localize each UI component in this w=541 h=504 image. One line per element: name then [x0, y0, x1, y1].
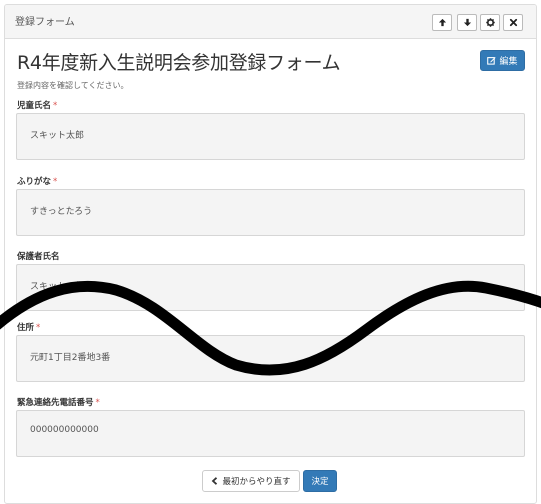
required-mark: * [53, 177, 58, 187]
form-panel: 登録フォーム R4年度新入生説明会参加登録フォーム 編集 登録内容を確認してくだ… [4, 4, 537, 504]
field-value: すきっとたろう [30, 207, 93, 217]
arrow-up-icon [438, 18, 446, 27]
field-label-address: 住所 * [17, 321, 40, 333]
field-child-name: スキット太郎 [16, 113, 525, 160]
field-label-text: 緊急連絡先電話番号 [17, 398, 94, 408]
chevron-left-icon [212, 477, 218, 485]
field-emergency-phone: 000000000000 [16, 410, 525, 457]
field-label-text: 児童氏名 [17, 101, 52, 111]
field-label-text: ふりがな [17, 177, 52, 187]
field-label-furigana: ふりがな * [17, 175, 57, 187]
required-mark: * [95, 398, 100, 408]
restart-button-label: 最初からやり直す [222, 477, 291, 487]
panel-title: 登録フォーム [15, 17, 75, 28]
submit-button[interactable]: 決定 [303, 470, 337, 492]
move-down-button[interactable] [457, 14, 477, 31]
field-label-text: 住所 [17, 323, 35, 333]
field-guardian-name: スキット一郎 [16, 264, 525, 311]
field-value: スキット一郎 [30, 282, 85, 292]
field-label-emergency-phone: 緊急連絡先電話番号 * [17, 396, 100, 408]
form-title: R4年度新入生説明会参加登録フォーム [17, 52, 341, 74]
field-label-text: 保護者氏名 [17, 252, 60, 262]
form-description: 登録内容を確認してください。 [17, 81, 129, 90]
required-mark: * [53, 101, 58, 111]
field-value: 元町1丁目2番地3番 [30, 353, 111, 363]
settings-button[interactable] [480, 14, 500, 31]
panel-header: 登録フォーム [5, 5, 536, 39]
field-label-guardian-name: 保護者氏名 [17, 250, 60, 262]
restart-button[interactable]: 最初からやり直す [202, 470, 300, 492]
edit-button[interactable]: 編集 [480, 50, 525, 71]
submit-button-label: 決定 [311, 477, 329, 487]
required-mark: * [36, 323, 41, 333]
edit-button-label: 編集 [499, 57, 518, 67]
edit-icon [487, 57, 497, 65]
arrow-down-icon [463, 18, 471, 27]
move-up-button[interactable] [432, 14, 452, 31]
field-address: 元町1丁目2番地3番 [16, 335, 525, 382]
close-button[interactable] [503, 14, 523, 31]
gear-icon [485, 18, 495, 27]
field-furigana: すきっとたろう [16, 189, 525, 236]
field-value: スキット太郎 [30, 131, 85, 141]
field-value: 000000000000 [30, 425, 99, 435]
field-label-child-name: 児童氏名 * [17, 99, 57, 111]
close-icon [509, 18, 517, 27]
